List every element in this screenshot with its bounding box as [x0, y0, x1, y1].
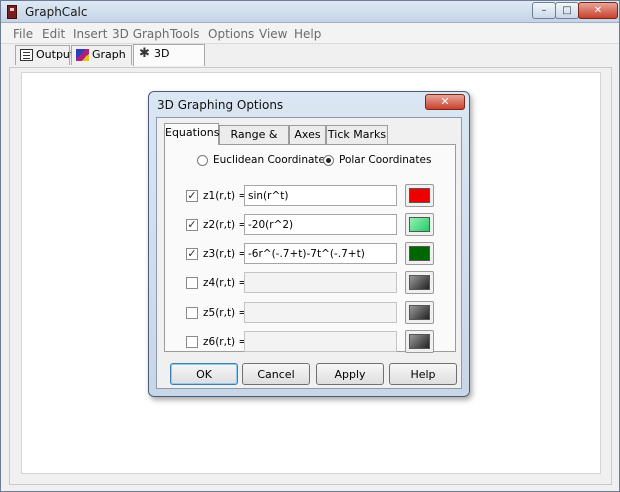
z4-checkbox[interactable]	[186, 277, 198, 289]
equation-row-z1: ✓ z1(r,t) =	[165, 184, 457, 207]
tab-range-wire[interactable]: Range & Wire	[219, 125, 289, 158]
z5-color-swatch	[409, 305, 430, 320]
z5-checkbox[interactable]	[186, 307, 198, 319]
z5-input[interactable]	[244, 302, 397, 323]
dialog-close-button[interactable]: ✕	[425, 94, 465, 110]
polar-radio[interactable]	[323, 155, 334, 166]
z3-color-button[interactable]	[405, 242, 434, 265]
z6-input[interactable]	[244, 331, 397, 352]
title-bar[interactable]: GraphCalc – □ ✕	[1, 1, 619, 23]
z4-input[interactable]	[244, 272, 397, 293]
menu-tools[interactable]: Tools	[170, 27, 200, 41]
maximize-button[interactable]: □	[555, 2, 579, 19]
z6-color-button[interactable]	[405, 330, 434, 353]
window-title: GraphCalc	[25, 5, 88, 19]
equations-panel: Euclidean Coordinates Polar Coordinates …	[164, 144, 457, 353]
z6-label: z6(r,t) =	[203, 336, 248, 348]
menu-options[interactable]: Options	[208, 27, 254, 41]
menu-bar: File Edit Insert 3D Graph Tools Options …	[1, 24, 619, 44]
z5-color-button[interactable]	[405, 301, 434, 324]
z1-color-swatch	[409, 188, 430, 203]
z6-color-swatch	[409, 334, 430, 349]
3d-graph-icon: ✱	[139, 46, 150, 61]
z4-label: z4(r,t) =	[203, 277, 248, 289]
document-tabs: Output Graph 1 ✱ 3D Graph	[1, 44, 619, 79]
z1-label: z1(r,t) =	[203, 190, 248, 202]
minimize-button[interactable]: –	[532, 2, 556, 19]
tab-graph-1[interactable]: Graph 1	[71, 45, 132, 79]
tab-output-label: Output	[36, 48, 75, 61]
z2-input[interactable]	[244, 214, 397, 235]
calculator-icon	[7, 5, 17, 19]
equation-row-z2: ✓ z2(r,t) =	[165, 213, 457, 236]
equation-row-z5: z5(r,t) =	[165, 301, 457, 324]
z2-color-button[interactable]	[405, 213, 434, 236]
tab-output[interactable]: Output	[15, 45, 74, 65]
help-button[interactable]: Help	[389, 363, 457, 385]
z2-color-swatch	[409, 217, 430, 232]
close-button[interactable]: ✕	[578, 2, 618, 19]
ok-button[interactable]: OK	[170, 363, 238, 385]
graph-icon	[76, 49, 89, 61]
z2-label: z2(r,t) =	[203, 219, 248, 231]
equation-row-z3: ✓ z3(r,t) =	[165, 242, 457, 265]
z1-input[interactable]	[244, 185, 397, 206]
z2-checkbox[interactable]: ✓	[186, 219, 198, 231]
output-icon	[20, 49, 33, 61]
menu-help[interactable]: Help	[294, 27, 321, 41]
z4-color-button[interactable]	[405, 271, 434, 294]
menu-file[interactable]: File	[13, 27, 33, 41]
z4-color-swatch	[409, 275, 430, 290]
tab-3d-graph[interactable]: ✱ 3D Graph	[133, 44, 205, 78]
dialog-body: Equations Range & Wire Axes Tick Marks E…	[156, 117, 462, 389]
menu-view[interactable]: View	[259, 27, 287, 41]
tab-axes[interactable]: Axes	[289, 125, 326, 144]
menu-3d-graph[interactable]: 3D Graph	[112, 27, 170, 41]
equation-row-z6: z6(r,t) =	[165, 330, 457, 353]
tab-equations[interactable]: Equations	[164, 123, 219, 145]
menu-edit[interactable]: Edit	[42, 27, 65, 41]
euclidean-radio[interactable]	[197, 155, 208, 166]
z3-color-swatch	[409, 246, 430, 261]
z1-checkbox[interactable]: ✓	[186, 190, 198, 202]
menu-insert[interactable]: Insert	[73, 27, 107, 41]
polar-label: Polar Coordinates	[339, 154, 432, 166]
equation-row-z4: z4(r,t) =	[165, 271, 457, 294]
z3-input[interactable]	[244, 243, 397, 264]
euclidean-label: Euclidean Coordinates	[213, 154, 331, 166]
cancel-button[interactable]: Cancel	[242, 363, 310, 385]
apply-button[interactable]: Apply	[316, 363, 384, 385]
z1-color-button[interactable]	[405, 184, 434, 207]
z3-checkbox[interactable]: ✓	[186, 248, 198, 260]
3d-graphing-options-dialog: 3D Graphing Options ✕ Equations Range & …	[148, 91, 470, 397]
z3-label: z3(r,t) =	[203, 248, 248, 260]
dialog-title: 3D Graphing Options	[157, 98, 284, 112]
z5-label: z5(r,t) =	[203, 307, 248, 319]
z6-checkbox[interactable]	[186, 336, 198, 348]
tab-tick-marks[interactable]: Tick Marks	[326, 125, 388, 144]
